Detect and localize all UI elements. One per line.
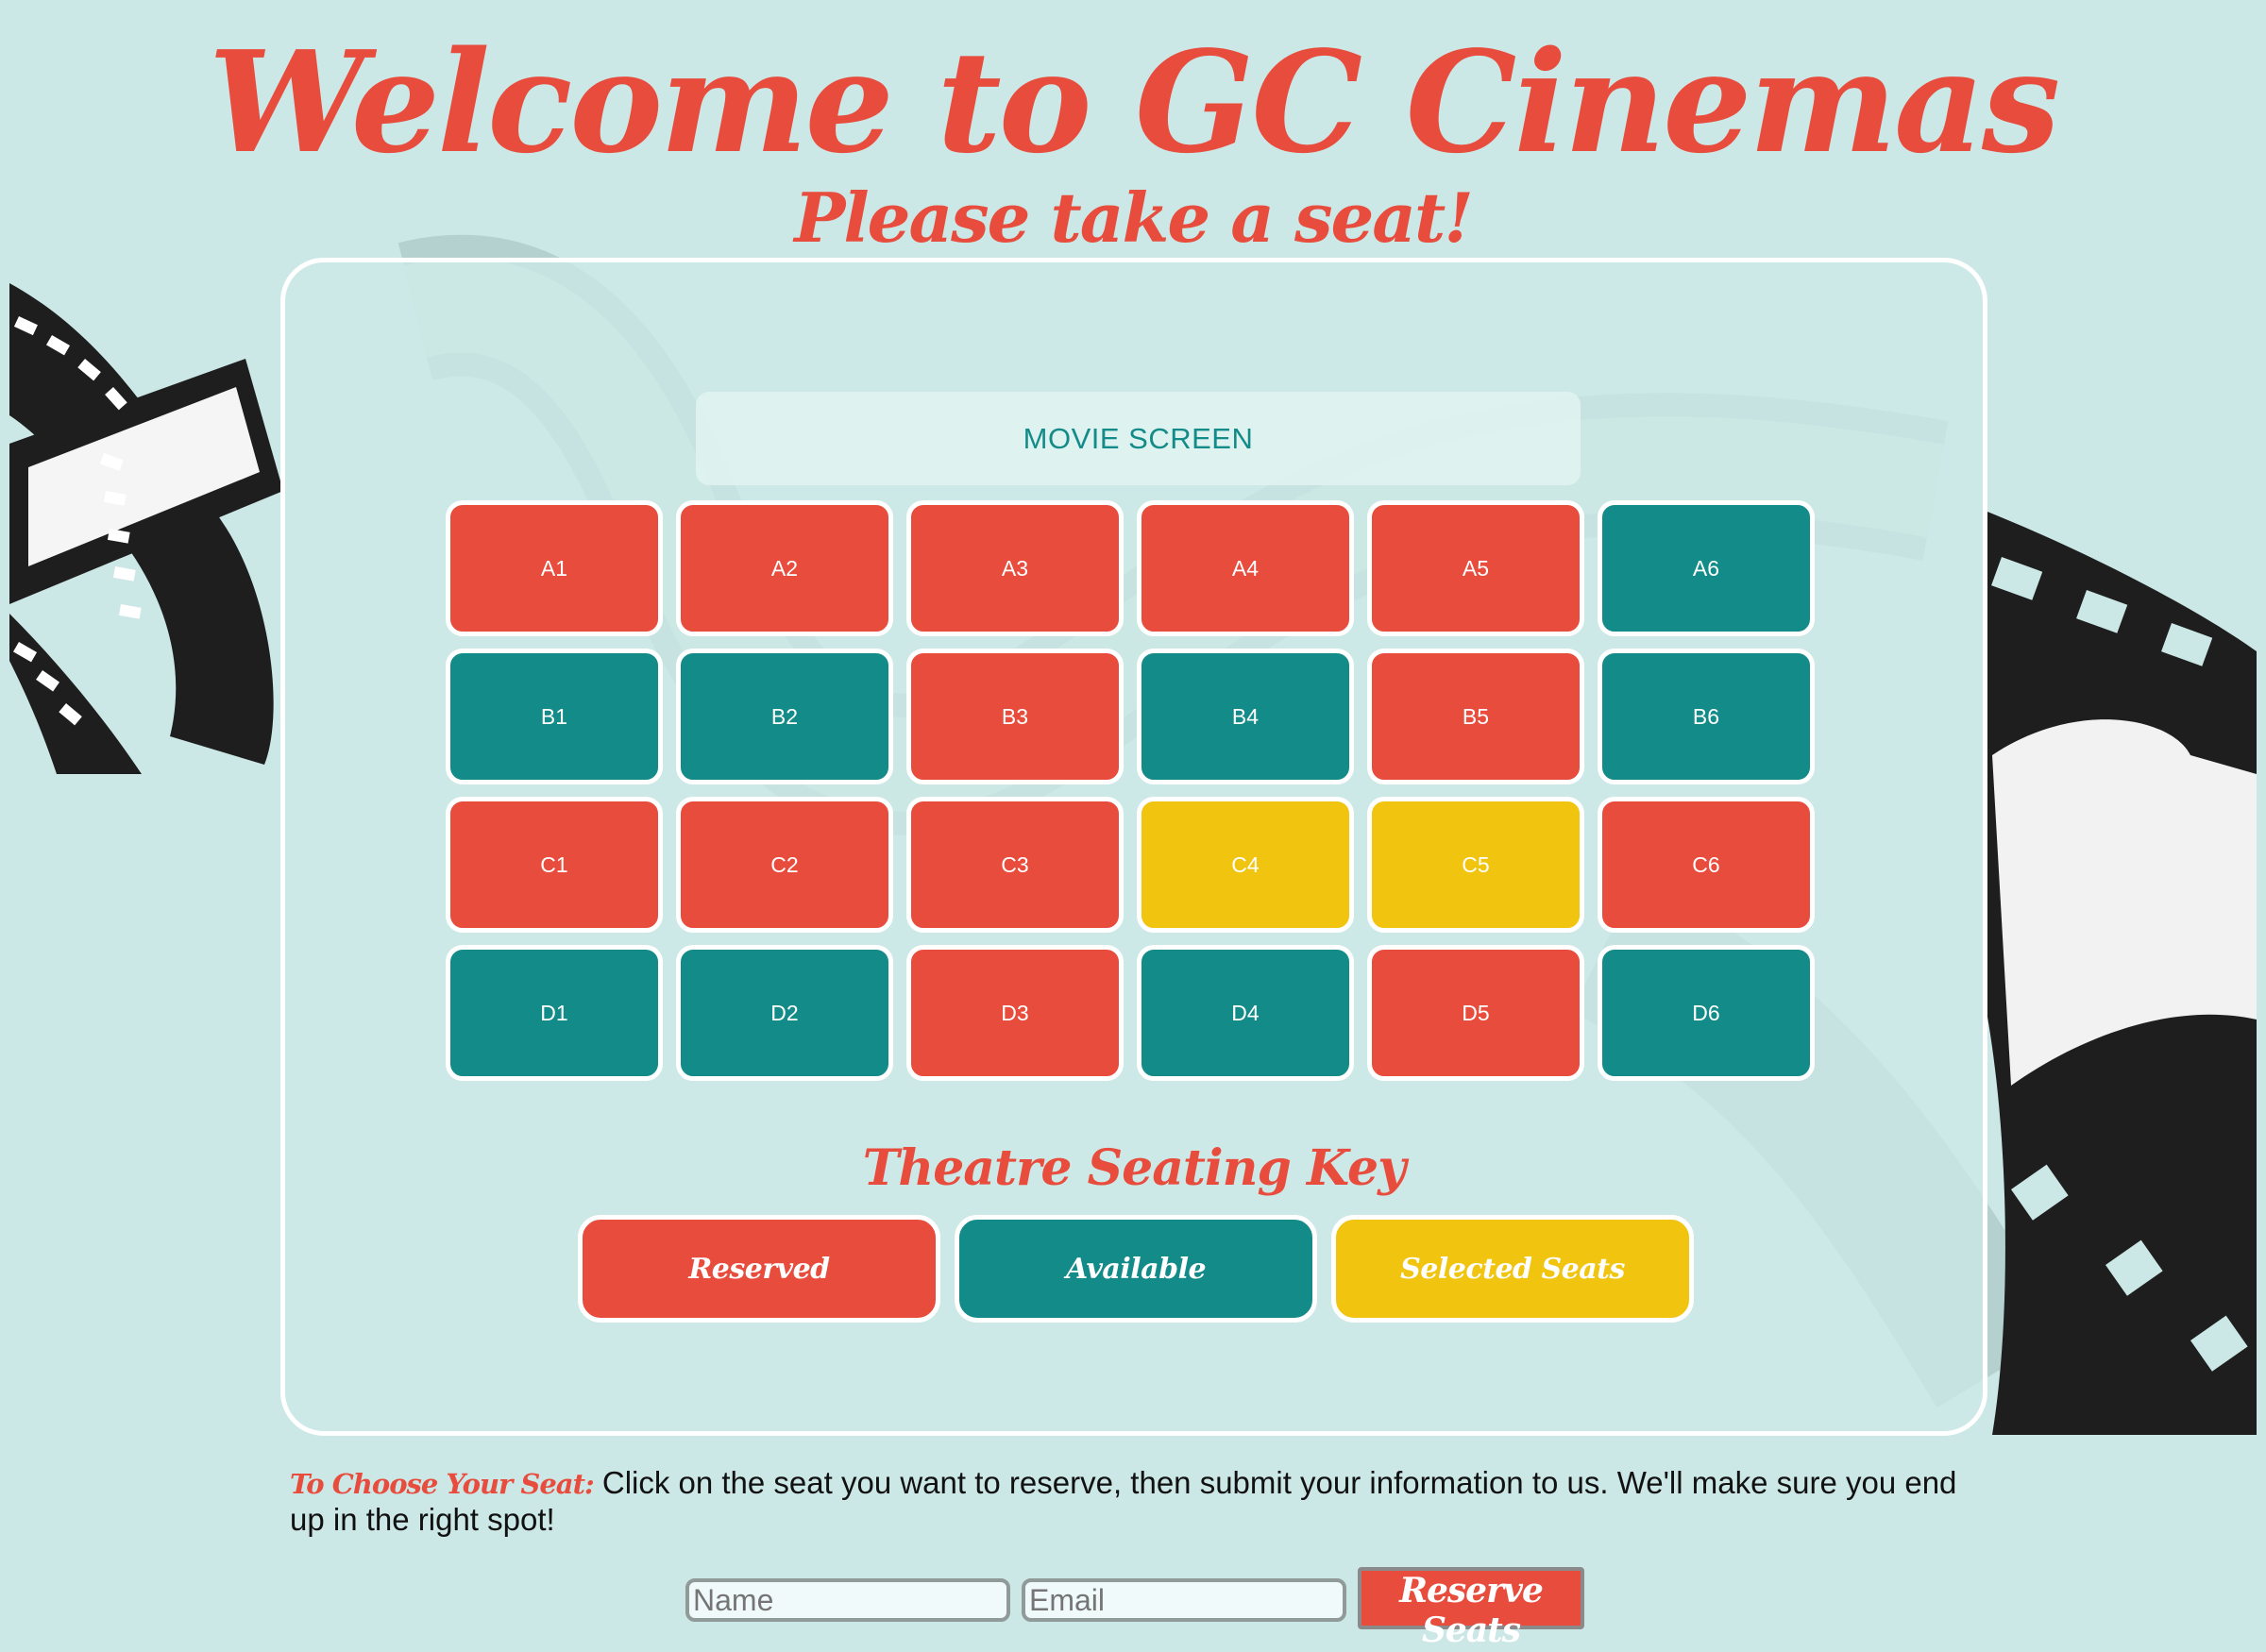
seat-a6[interactable]: A6 (1598, 500, 1815, 636)
seat-grid: A1 A2 A3 A4 A5 A6 B1 B2 B3 B4 B5 B6 C1 C… (446, 500, 1815, 1081)
seat-c1[interactable]: C1 (446, 797, 663, 933)
page-subtitle: Please take a seat! (794, 177, 1474, 258)
seat-c6[interactable]: C6 (1598, 797, 1815, 933)
name-input[interactable] (685, 1578, 1010, 1622)
instructions: To Choose Your Seat: Click on the seat y… (290, 1465, 1970, 1538)
page-title: Welcome to GC Cinemas (208, 20, 2061, 184)
seating-key-title: Theatre Seating Key (862, 1139, 1407, 1197)
seat-b3[interactable]: B3 (906, 649, 1124, 784)
seat-d6[interactable]: D6 (1598, 945, 1815, 1081)
instructions-lead: To Choose Your Seat: (290, 1468, 595, 1500)
reserve-seats-button[interactable]: Reserve Seats (1358, 1567, 1584, 1650)
seat-b1[interactable]: B1 (446, 649, 663, 784)
seat-d3[interactable]: D3 (906, 945, 1124, 1081)
seat-c3[interactable]: C3 (906, 797, 1124, 933)
key-reserved: Reserved (578, 1215, 940, 1323)
seat-a1[interactable]: A1 (446, 500, 663, 636)
seat-a2[interactable]: A2 (676, 500, 893, 636)
seat-c2[interactable]: C2 (676, 797, 893, 933)
seat-c5[interactable]: C5 (1367, 797, 1584, 933)
seat-d5[interactable]: D5 (1367, 945, 1584, 1081)
seat-d2[interactable]: D2 (676, 945, 893, 1081)
email-input[interactable] (1022, 1578, 1346, 1622)
seat-b2[interactable]: B2 (676, 649, 893, 784)
seating-key: Reserved Available Selected Seats (578, 1215, 1694, 1323)
seat-a4[interactable]: A4 (1137, 500, 1354, 636)
theatre-panel: MOVIE SCREEN A1 A2 A3 A4 A5 A6 B1 B2 B3 … (280, 258, 1987, 1436)
key-available: Available (955, 1215, 1317, 1323)
seat-a5[interactable]: A5 (1367, 500, 1584, 636)
seat-a3[interactable]: A3 (906, 500, 1124, 636)
movie-screen: MOVIE SCREEN (696, 392, 1581, 485)
key-selected: Selected Seats (1331, 1215, 1694, 1323)
seat-b5[interactable]: B5 (1367, 649, 1584, 784)
seat-b4[interactable]: B4 (1137, 649, 1354, 784)
seat-d4[interactable]: D4 (1137, 945, 1354, 1081)
seat-c4[interactable]: C4 (1137, 797, 1354, 933)
seat-d1[interactable]: D1 (446, 945, 663, 1081)
seat-b6[interactable]: B6 (1598, 649, 1815, 784)
